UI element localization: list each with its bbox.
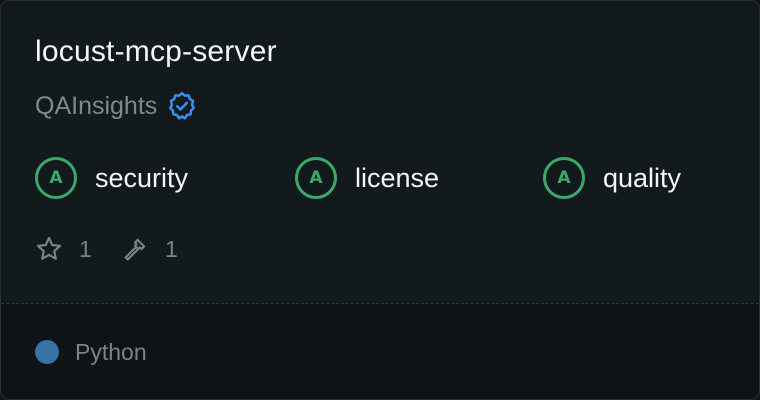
verified-badge-icon [169,92,196,120]
license-grade-badge: A [295,157,337,199]
license-score[interactable]: A license [295,154,439,202]
quality-score[interactable]: A quality [543,154,681,202]
language-name: Python [75,338,147,365]
tools-count: 1 [165,235,178,262]
language-color-dot [35,340,59,364]
server-owner: QAInsights [35,89,197,123]
quality-grade-badge: A [543,157,585,199]
card-header-section: locust-mcp-server QAInsights A security … [1,1,759,303]
owner-name[interactable]: QAInsights [35,92,157,121]
quality-label: quality [603,162,682,193]
security-grade-badge: A [35,157,77,199]
security-label: security [95,162,189,193]
tools-stat[interactable]: 1 [121,233,178,265]
star-icon [36,236,62,260]
server-card[interactable]: locust-mcp-server QAInsights A security … [0,0,760,400]
hammer-icon [124,238,146,261]
stars-count: 1 [79,235,92,262]
language-indicator: Python [35,337,147,367]
license-label: license [355,162,440,193]
server-name[interactable]: locust-mcp-server [35,35,277,69]
stars-stat[interactable]: 1 [35,233,92,265]
security-score[interactable]: A security [35,154,188,202]
